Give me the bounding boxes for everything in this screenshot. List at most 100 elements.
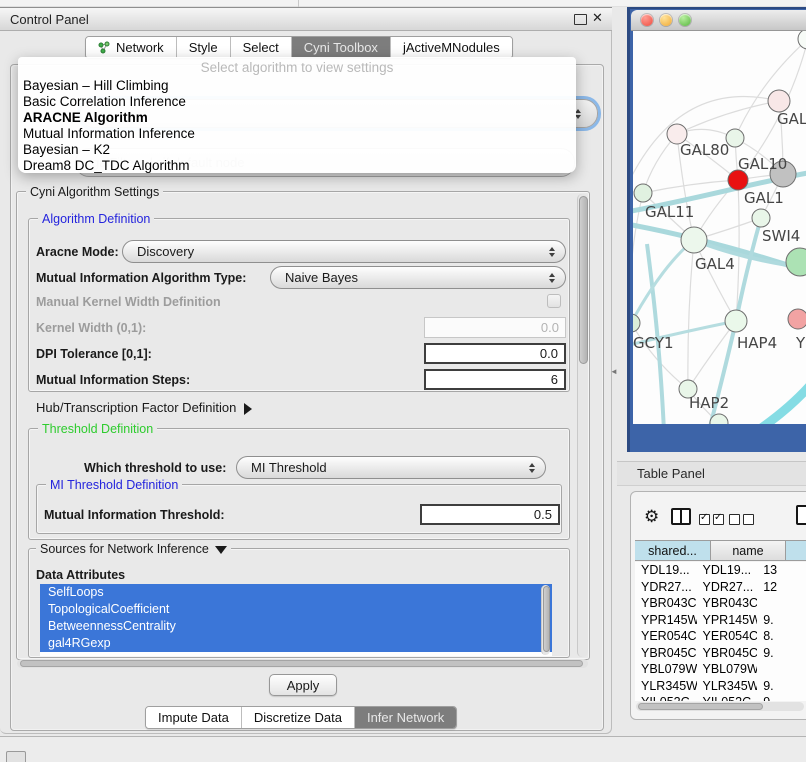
deselect-all-icon[interactable] xyxy=(729,512,757,530)
table-row[interactable]: YLR345WYLR345W9. xyxy=(635,678,806,695)
kernel-width-field[interactable]: 0.0 xyxy=(424,317,566,338)
table-row[interactable]: YBR043CYBR043C xyxy=(635,595,806,612)
network-edge[interactable] xyxy=(633,240,694,323)
algorithm-option-bayesian-k2[interactable]: Bayesian – K2 xyxy=(18,142,576,158)
network-edge[interactable] xyxy=(633,240,694,323)
node-gcy1[interactable] xyxy=(633,314,640,332)
cyni-settings-group-title: Cyni Algorithm Settings xyxy=(26,185,163,199)
manual-kernel-width-checkbox[interactable] xyxy=(547,294,561,308)
table-cell: YLR345W xyxy=(635,678,697,695)
gear-icon[interactable]: ⚙ xyxy=(644,508,659,525)
panel-splitter-arrow-icon[interactable]: ◄ xyxy=(610,367,618,376)
data-attribute-betweennesscentrality[interactable]: BetweennessCentrality xyxy=(40,618,552,635)
bottom-tab-impute-data[interactable]: Impute Data xyxy=(146,707,242,728)
columns-icon[interactable] xyxy=(671,508,691,525)
algorithm-option-aracne-algorithm[interactable]: ARACNE Algorithm xyxy=(18,110,576,126)
table-cell: 9. xyxy=(757,678,806,695)
node-gal4[interactable] xyxy=(681,227,707,253)
node-gal11[interactable] xyxy=(634,184,652,202)
tab-select[interactable]: Select xyxy=(231,37,292,58)
table-row[interactable]: YBR045CYBR045C9. xyxy=(635,645,806,662)
algorithm-option-list: Bayesian – Hill ClimbingBasic Correlatio… xyxy=(18,78,576,174)
spinner-icon xyxy=(549,247,555,257)
network-canvas[interactable]: GALGAL80GAL10GAL1GAL11SWI4GAL4GCY1HAP4YH… xyxy=(633,31,806,424)
table-cell: YIL052C xyxy=(697,694,758,701)
table-cell: 12 xyxy=(757,579,806,596)
column-header-a[interactable]: A xyxy=(786,540,806,561)
tab-network[interactable]: Network xyxy=(86,37,177,58)
column-header-shared[interactable]: shared... xyxy=(635,540,711,561)
table-row[interactable]: YDL19...YDL19...13 xyxy=(635,562,806,579)
node-gal11-label: GAL11 xyxy=(645,203,694,221)
network-edge[interactable] xyxy=(736,218,761,321)
data-attribute-selfloops[interactable]: SelfLoops xyxy=(40,584,552,601)
which-threshold-label: Which threshold to use: xyxy=(84,461,226,475)
attributes-scrollbar-thumb[interactable] xyxy=(543,586,550,652)
table-row[interactable]: YER054CYER054C8. xyxy=(635,628,806,645)
mi-threshold-field[interactable]: 0.5 xyxy=(420,504,560,525)
mi-steps-field[interactable]: 6 xyxy=(424,369,566,390)
tab-jactivemnodules-label: jActiveMNodules xyxy=(403,40,500,55)
node-y-partial[interactable] xyxy=(788,309,806,329)
which-threshold-combo[interactable]: MI Threshold xyxy=(236,456,546,479)
table-row[interactable]: YPR145WYPR145W9. xyxy=(635,612,806,629)
table-horizontal-scrollbar[interactable] xyxy=(636,702,804,711)
apply-button[interactable]: Apply xyxy=(269,674,337,696)
table-cell: YBL079W xyxy=(635,661,697,678)
algorithm-option-dream8-dc-tdc-algorithm[interactable]: Dream8 DC_TDC Algorithm xyxy=(18,158,576,174)
table-row[interactable]: YIL052CYIL052C9 xyxy=(635,694,806,701)
node-green-right[interactable] xyxy=(786,248,806,276)
table-row[interactable]: YBL079WYBL079W xyxy=(635,661,806,678)
settings-horizontal-scrollbar[interactable] xyxy=(17,659,588,668)
node-gal1[interactable] xyxy=(728,170,748,190)
floating-panel-icon[interactable] xyxy=(6,751,26,762)
table-cell: 9. xyxy=(757,645,806,662)
top-strip xyxy=(0,0,806,7)
node-swi4[interactable] xyxy=(752,209,770,227)
minimize-traffic-light-icon[interactable] xyxy=(660,14,672,26)
bottom-tab-infer-network[interactable]: Infer Network xyxy=(355,707,456,728)
float-window-icon[interactable] xyxy=(574,14,587,25)
close-icon[interactable]: ✕ xyxy=(592,10,603,26)
data-attribute-gal4rgexp[interactable]: gal4RGexp xyxy=(40,635,552,652)
algorithm-option-mutual-information-inference[interactable]: Mutual Information Inference xyxy=(18,126,576,142)
select-all-icon[interactable] xyxy=(699,512,727,530)
settings-hscrollbar-thumb[interactable] xyxy=(20,660,583,667)
dpi-tolerance-field[interactable]: 0.0 xyxy=(424,343,566,364)
data-attributes-label: Data Attributes xyxy=(36,568,125,582)
control-panel-titlebar[interactable]: Control Panel ✕ xyxy=(0,7,612,31)
column-header-name[interactable]: name xyxy=(711,540,786,561)
data-attribute-topologicalcoefficient[interactable]: TopologicalCoefficient xyxy=(40,601,552,618)
settings-vertical-scrollbar[interactable] xyxy=(577,194,588,657)
algorithm-option-basic-correlation-inference[interactable]: Basic Correlation Inference xyxy=(18,94,576,110)
table-cell: YBR045C xyxy=(635,645,697,662)
node-partial-top[interactable] xyxy=(798,31,806,49)
table-cell: 8. xyxy=(757,628,806,645)
tab-cyni-toolbox[interactable]: Cyni Toolbox xyxy=(292,37,391,58)
node-gal[interactable] xyxy=(768,90,790,112)
network-edge[interactable] xyxy=(757,375,806,424)
table-hscrollbar-thumb[interactable] xyxy=(638,703,763,710)
algorithm-option-bayesian-hill-climbing[interactable]: Bayesian – Hill Climbing xyxy=(18,78,576,94)
network-edge[interactable] xyxy=(677,101,779,134)
mi-steps-label: Mutual Information Steps: xyxy=(36,373,190,387)
algorithm-dropdown-popup: Select algorithm to view settings Bayesi… xyxy=(18,57,576,173)
network-window-titlebar[interactable] xyxy=(631,10,806,31)
hub-definition-toggle[interactable]: Hub/Transcription Factor Definition xyxy=(36,400,252,415)
hub-definition-label: Hub/Transcription Factor Definition xyxy=(36,400,236,415)
mi-algorithm-type-combo[interactable]: Naive Bayes xyxy=(270,266,566,289)
zoom-traffic-light-icon[interactable] xyxy=(679,14,691,26)
tab-style[interactable]: Style xyxy=(177,37,231,58)
file-icon[interactable] xyxy=(796,505,806,525)
table-row[interactable]: YDR27...YDR27...12 xyxy=(635,579,806,596)
sources-group-title[interactable]: Sources for Network Inference xyxy=(36,542,231,556)
bottom-tab-infer-network-label: Infer Network xyxy=(367,710,444,725)
node-hap4[interactable] xyxy=(725,310,747,332)
aracne-mode-combo[interactable]: Discovery xyxy=(122,240,566,263)
network-edge[interactable] xyxy=(688,240,694,389)
tab-jactivemnodules[interactable]: jActiveMNodules xyxy=(391,37,512,58)
close-traffic-light-icon[interactable] xyxy=(641,14,653,26)
settings-scrollbar-thumb[interactable] xyxy=(579,196,588,364)
attributes-list-scrollbar[interactable] xyxy=(541,585,550,655)
bottom-tab-discretize-data[interactable]: Discretize Data xyxy=(242,707,355,728)
